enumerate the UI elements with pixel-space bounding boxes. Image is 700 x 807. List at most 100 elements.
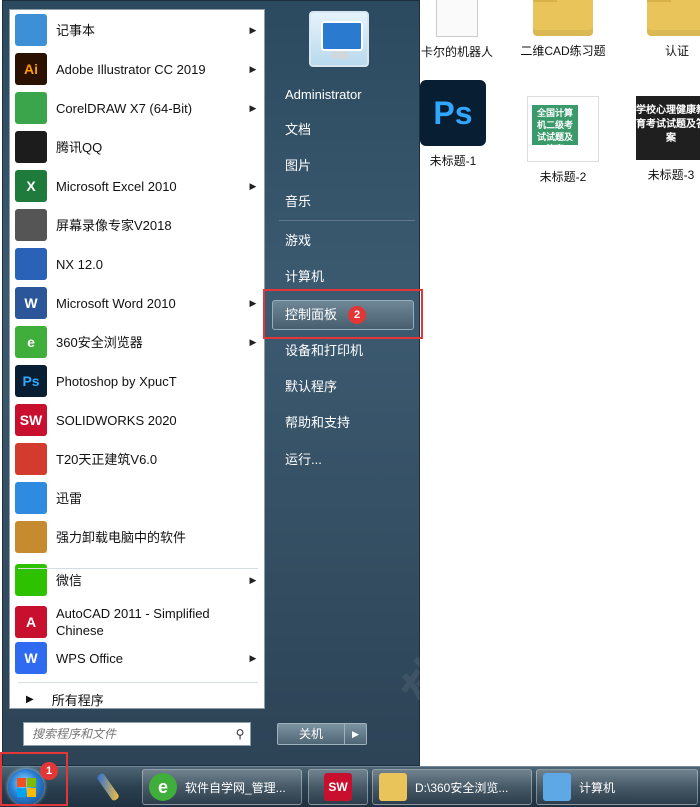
- menu-item-computer[interactable]: 计算机: [285, 265, 415, 289]
- shutdown-options-arrow-icon[interactable]: ▶: [345, 723, 367, 745]
- program-item[interactable]: X Microsoft Excel 2010 ▶: [10, 167, 264, 205]
- photoshop-file-icon: Ps: [420, 80, 486, 146]
- desktop-icon-label: 未标题-3: [647, 168, 695, 182]
- taskbar-item-label: 软件自学网_管理...: [185, 780, 286, 795]
- taskbar-item-label: D:\360安全浏览...: [415, 780, 509, 795]
- program-label: 强力卸载电脑中的软件: [56, 529, 187, 545]
- submenu-arrow-icon[interactable]: ▶: [246, 337, 260, 348]
- program-item[interactable]: CorelDRAW X7 (64-Bit) ▶: [10, 89, 264, 127]
- menu-item-documents[interactable]: 文档: [285, 118, 415, 142]
- user-avatar[interactable]: [309, 11, 369, 67]
- program-list: 记事本 ▶ Ai Adobe Illustrator CC 2019 ▶ CorelDRA…: [9, 9, 265, 709]
- taskbar-paint-button[interactable]: [84, 769, 134, 805]
- step-badge-2: 2: [348, 306, 366, 324]
- program-label: T20天正建筑V6.0: [56, 451, 158, 467]
- wps-icon: W: [15, 642, 47, 674]
- taskbar-computer-button[interactable]: 计算机: [536, 769, 698, 805]
- program-item[interactable]: A AutoCAD 2011 - Simplified Chinese: [10, 600, 264, 644]
- program-item[interactable]: T20天正建筑V6.0: [10, 440, 264, 478]
- divider: [18, 568, 258, 569]
- taskbar-browser-button[interactable]: e 软件自学网_管理...: [142, 769, 302, 805]
- submenu-arrow-icon[interactable]: ▶: [246, 103, 260, 114]
- menu-item-default-programs[interactable]: 默认程序: [285, 375, 415, 399]
- excel-icon: X: [15, 170, 47, 202]
- desktop-icon-label: 认证: [664, 44, 689, 58]
- program-item[interactable]: e 360安全浏览器 ▶: [10, 323, 264, 361]
- program-item[interactable]: SW SOLIDWORKS 2020: [10, 401, 264, 439]
- desktop-icon-untitled-1[interactable]: Ps 未标题-1: [410, 80, 496, 169]
- qq-penguin-icon: [15, 131, 47, 163]
- program-item[interactable]: 微信 ▶: [10, 561, 264, 599]
- program-item[interactable]: W WPS Office ▶: [10, 639, 264, 677]
- submenu-arrow-icon[interactable]: ▶: [246, 181, 260, 192]
- desktop-icon-label: 未标题-1: [429, 154, 477, 168]
- menu-item-music[interactable]: 音乐: [285, 190, 415, 214]
- divider: [279, 220, 415, 221]
- taskbar: e 软件自学网_管理... SW D:\360安全浏览... 计算机: [0, 766, 700, 807]
- program-label: NX 12.0: [56, 256, 103, 272]
- image-thumbnail-icon: 学校心理健康教育考试试题及答案: [636, 96, 700, 160]
- highlight-box-start-button: [0, 752, 68, 806]
- program-item[interactable]: 强力卸载电脑中的软件: [10, 518, 264, 556]
- program-item[interactable]: W Microsoft Word 2010 ▶: [10, 284, 264, 322]
- browser-360-icon: e: [149, 773, 177, 801]
- program-item[interactable]: Ps Photoshop by XpucT: [10, 362, 264, 400]
- shutdown-button[interactable]: 关机: [277, 723, 345, 745]
- program-item[interactable]: NX 12.0: [10, 245, 264, 283]
- program-item[interactable]: Ai Adobe Illustrator CC 2019 ▶: [10, 50, 264, 88]
- shutdown-group: 关机 ▶: [277, 723, 369, 745]
- program-label: SOLIDWORKS 2020: [56, 412, 177, 428]
- illustrator-icon: Ai: [15, 53, 47, 85]
- submenu-arrow-icon[interactable]: ▶: [246, 575, 260, 586]
- submenu-arrow-icon[interactable]: ▶: [246, 64, 260, 75]
- divider: [18, 682, 258, 683]
- program-item[interactable]: 屏幕录像专家V2018: [10, 206, 264, 244]
- all-programs-button[interactable]: ▶ 所有程序: [10, 684, 264, 714]
- desktop-icon-untitled-2[interactable]: 全国计算机二级考试试题及答案 未标题-2: [520, 96, 606, 185]
- program-label: Adobe Illustrator CC 2019: [56, 61, 206, 77]
- coreldraw-icon: [15, 92, 47, 124]
- folder-icon: [379, 773, 407, 801]
- program-label: 迅雷: [56, 490, 83, 506]
- submenu-arrow-icon[interactable]: ▶: [246, 653, 260, 664]
- submenu-arrow-icon[interactable]: ▶: [246, 298, 260, 309]
- tangent-icon: [15, 443, 47, 475]
- taskbar-explorer-button[interactable]: D:\360安全浏览...: [372, 769, 532, 805]
- menu-item-games[interactable]: 游戏: [285, 229, 415, 253]
- step-badge-1: 1: [40, 762, 58, 780]
- program-label: CorelDRAW X7 (64-Bit): [56, 100, 193, 116]
- menu-item-pictures[interactable]: 图片: [285, 154, 415, 178]
- desktop-icon-robot[interactable]: 卡尔的机器人: [414, 0, 500, 60]
- highlight-box-control-panel: [263, 289, 423, 339]
- document-pages-icon: [436, 0, 478, 37]
- program-item[interactable]: 迅雷: [10, 479, 264, 517]
- desktop-icon-cert-folder[interactable]: 认证: [634, 0, 700, 59]
- desktop-icon-label: 未标题-2: [539, 170, 587, 184]
- folder-icon: [647, 0, 700, 36]
- taskbar-solidworks-button[interactable]: SW: [308, 769, 368, 805]
- search-icon[interactable]: ⚲: [230, 727, 250, 741]
- computer-icon: [543, 773, 571, 801]
- desktop-icon-untitled-3[interactable]: 学校心理健康教育考试试题及答案 未标题-3: [628, 96, 700, 183]
- taskbar-item-label: 计算机: [579, 780, 616, 795]
- notepad-icon: [15, 14, 47, 46]
- menu-item-devices-printers[interactable]: 设备和打印机: [285, 339, 415, 363]
- paint-brush-icon: [96, 772, 120, 802]
- menu-item-run[interactable]: 运行...: [285, 448, 415, 472]
- search-input[interactable]: [24, 726, 230, 742]
- program-label: 腾讯QQ: [56, 139, 103, 155]
- triangle-right-icon: ▶: [26, 693, 34, 705]
- word-icon: W: [15, 287, 47, 319]
- desktop-icon-cad-folder[interactable]: 二维CAD练习题: [520, 0, 606, 59]
- monitor-icon: [321, 21, 363, 51]
- menu-item-help-support[interactable]: 帮助和支持: [285, 411, 415, 435]
- program-item[interactable]: 记事本 ▶: [10, 11, 264, 49]
- photoshop-icon: Ps: [15, 365, 47, 397]
- menu-item-administrator[interactable]: Administrator: [285, 83, 415, 107]
- program-label: 微信: [56, 572, 83, 588]
- program-item[interactable]: 腾讯QQ: [10, 128, 264, 166]
- submenu-arrow-icon[interactable]: ▶: [246, 25, 260, 36]
- solidworks-icon: SW: [324, 773, 352, 801]
- program-label: Microsoft Excel 2010: [56, 178, 177, 194]
- search-box[interactable]: ⚲: [23, 722, 251, 746]
